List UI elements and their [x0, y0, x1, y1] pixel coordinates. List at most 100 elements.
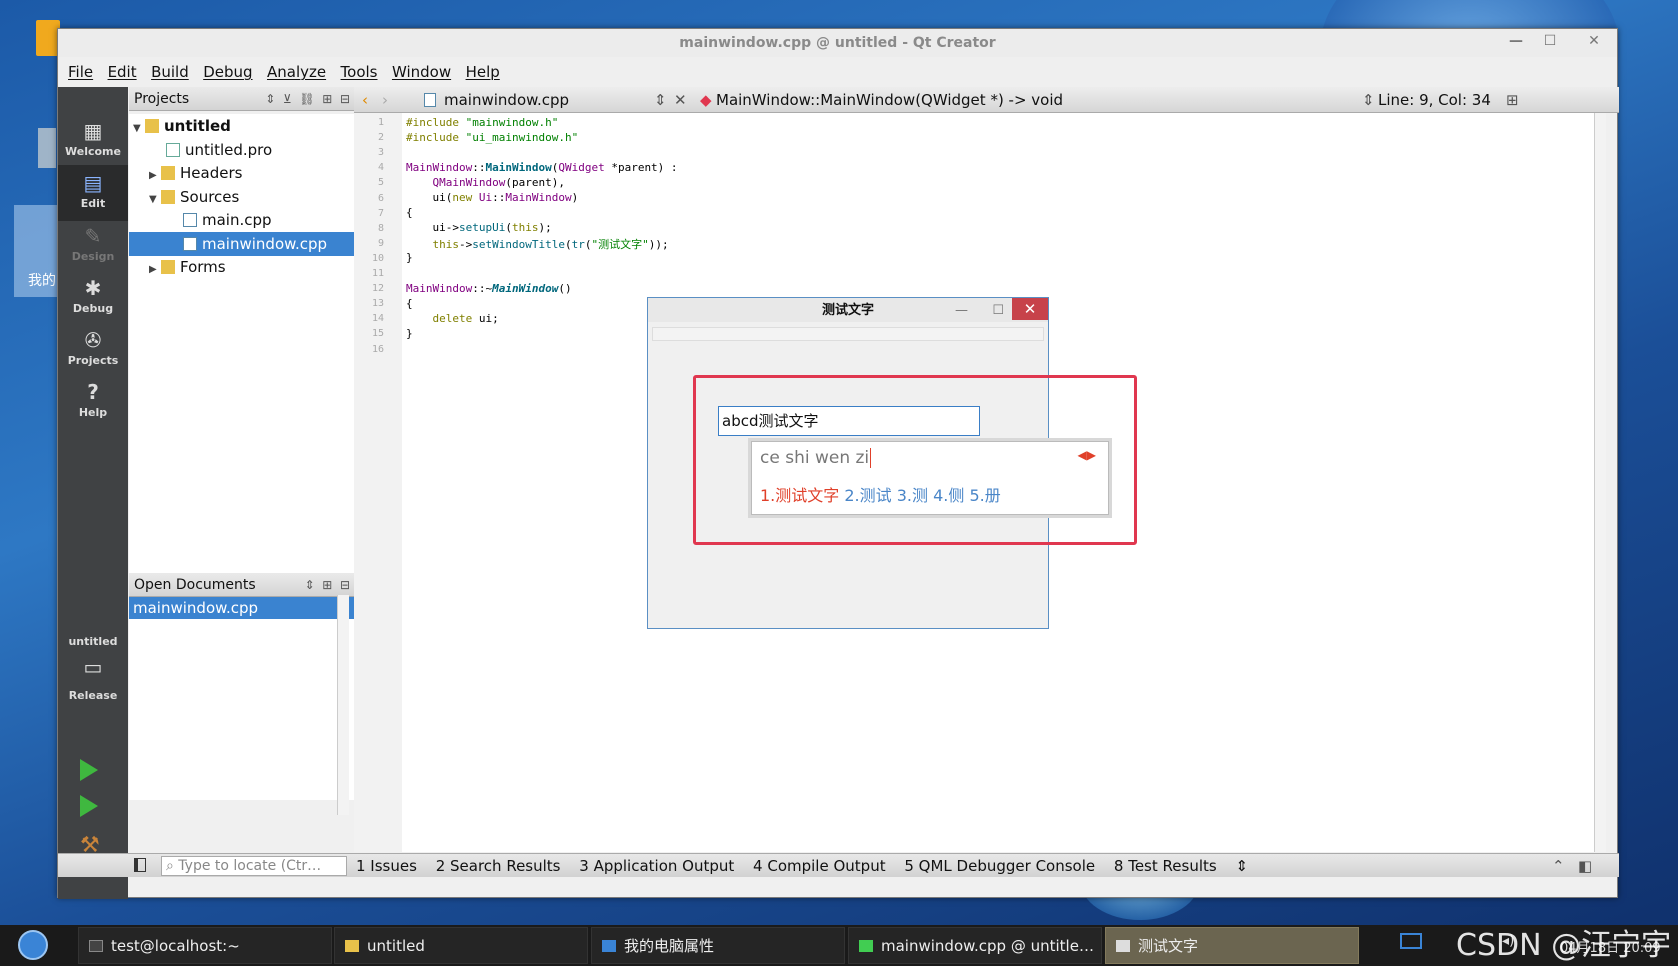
line-number: 12 — [371, 283, 384, 295]
output-toggle-icon[interactable]: ◧ — [1578, 854, 1592, 878]
tree-item-label: Forms — [180, 258, 226, 276]
kit-build-config[interactable]: Release — [58, 689, 128, 702]
task-qt-creator[interactable]: mainwindow.cpp @ untitle… — [848, 927, 1102, 964]
monitor-icon[interactable]: ▭ — [58, 655, 128, 679]
locator-input[interactable]: ⌕ Type to locate (Ctr… — [161, 856, 347, 876]
maximize-button[interactable]: ☐ — [1533, 29, 1567, 53]
task-computer-properties[interactable]: 我的电脑属性 — [591, 927, 845, 964]
ime-candidate[interactable]: 2.测试 — [844, 486, 891, 505]
sidebar-toggle-icon[interactable] — [134, 858, 146, 872]
forward-arrow-icon[interactable]: › — [382, 87, 388, 113]
tree-item-pro-file[interactable]: untitled.pro — [129, 138, 373, 162]
qt-creator-icon — [859, 940, 873, 952]
menu-tools[interactable]: Tools — [341, 57, 378, 87]
line-number: 7 — [377, 207, 384, 219]
open-documents-scrollbar[interactable] — [337, 595, 349, 815]
line-number: 16 — [371, 343, 384, 355]
line-number: 14 — [371, 313, 384, 325]
mode-edit[interactable]: ▤ Edit — [58, 165, 128, 221]
dialog-minimize-button[interactable]: — — [955, 298, 968, 324]
menu-window[interactable]: Window — [392, 57, 451, 87]
dialog-close-button[interactable]: ✕ — [1012, 298, 1048, 320]
tab-application-output[interactable]: 3 Application Output — [579, 857, 734, 875]
ime-page-arrows-icon[interactable]: ◀▶ — [1078, 448, 1096, 462]
debug-run-icon[interactable] — [80, 795, 98, 817]
open-document-item[interactable]: mainwindow.cpp — [129, 597, 362, 619]
menu-file[interactable]: File — [68, 57, 93, 87]
tree-item-project[interactable]: ▼ untitled — [129, 114, 373, 138]
code-line: } — [406, 251, 413, 264]
task-file-manager[interactable]: untitled — [334, 927, 588, 964]
start-menu-icon[interactable] — [18, 930, 48, 960]
tree-item-mainwindow-cpp[interactable]: mainwindow.cpp — [129, 232, 373, 256]
trash-icon[interactable] — [38, 128, 56, 168]
line-number: 2 — [377, 132, 384, 144]
menu-build[interactable]: Build — [151, 57, 189, 87]
tree-item-forms[interactable]: ▶ Forms — [129, 255, 373, 279]
close-document-icon[interactable]: ✕ — [674, 87, 687, 113]
wrench-icon: ✇ — [84, 328, 102, 352]
project-folder-icon — [145, 119, 159, 133]
tree-item-sources[interactable]: ▼ Sources — [129, 185, 373, 209]
editor-file-name[interactable]: mainwindow.cpp — [444, 87, 569, 113]
window-title: mainwindow.cpp @ untitled - Qt Creator — [679, 35, 996, 51]
projects-panel-title[interactable]: Projects — [134, 91, 189, 107]
split-icon[interactable]: ⊞ — [1506, 87, 1519, 113]
task-terminal[interactable]: test@localhost:~ — [78, 927, 332, 964]
tree-item-headers[interactable]: ▶ Headers — [129, 161, 373, 185]
symbol-dropdown-icon[interactable]: ⇕ — [1362, 87, 1375, 113]
minimize-button[interactable]: — — [1499, 29, 1533, 53]
chevron-up-icon[interactable]: ⌃ — [1552, 854, 1565, 878]
menu-debug[interactable]: Debug — [203, 57, 252, 87]
expand-arrow-icon[interactable]: ▶ — [149, 258, 161, 282]
code-line: ui->setupUi(this); — [406, 221, 552, 234]
ime-candidate[interactable]: 3.测 — [897, 486, 928, 505]
network-icon[interactable] — [1400, 933, 1422, 949]
menu-edit[interactable]: Edit — [108, 57, 137, 87]
ime-candidate[interactable]: 4.侧 — [933, 486, 964, 505]
file-dropdown-icon[interactable]: ⇕ — [654, 87, 667, 113]
line-number: 10 — [371, 252, 384, 264]
edit-document-icon: ▤ — [83, 171, 103, 195]
tab-compile-output[interactable]: 4 Compile Output — [753, 857, 886, 875]
editor-scrollbar[interactable] — [1594, 113, 1606, 852]
close-button[interactable]: ✕ — [1577, 29, 1611, 53]
panel-toolbar-icons[interactable]: ⇕ ⊻ ⛓ ⊞ ⊟ — [265, 87, 350, 111]
tab-qml-debugger-console[interactable]: 5 QML Debugger Console — [904, 857, 1095, 875]
panel-toolbar-icons[interactable]: ⇕ ⊞ ⊟ — [305, 573, 350, 597]
dialog-titlebar[interactable]: 测试文字 — ☐ — [648, 298, 1048, 322]
cursor-position[interactable]: Line: 9, Col: 34 — [1378, 87, 1491, 113]
project-tree: ▼ untitled untitled.pro ▶ Headers ▼ Sources… — [129, 114, 373, 626]
tab-issues[interactable]: 1 Issues — [356, 857, 417, 875]
window-titlebar[interactable]: mainwindow.cpp @ untitled - Qt Creator —… — [58, 29, 1617, 57]
task-label: mainwindow.cpp @ untitle… — [881, 937, 1094, 955]
mode-design[interactable]: ✎ Design — [58, 218, 128, 274]
code-line: delete ui; — [432, 312, 499, 325]
tab-search-results[interactable]: 2 Search Results — [436, 857, 561, 875]
open-documents-title[interactable]: Open Documents — [134, 577, 256, 593]
mode-projects[interactable]: ✇ Projects — [58, 322, 128, 378]
mode-debug[interactable]: ✱ Debug — [58, 270, 128, 326]
dialog-maximize-button[interactable]: ☐ — [992, 298, 1004, 324]
help-icon: ? — [87, 380, 99, 404]
line-number: 9 — [377, 237, 384, 249]
output-pane-tabs: 1 Issues 2 Search Results 3 Application … — [356, 854, 1262, 878]
ime-candidate[interactable]: 5.册 — [970, 486, 1001, 505]
ime-candidate[interactable]: 1.测试文字 — [760, 486, 839, 505]
mode-help[interactable]: ? Help — [58, 374, 128, 430]
menu-help[interactable]: Help — [466, 57, 500, 87]
mode-design-label: Design — [71, 250, 115, 263]
back-arrow-icon[interactable]: ‹ — [362, 87, 368, 113]
run-icon[interactable] — [80, 759, 98, 781]
desktop-icon-label[interactable]: 我的 — [28, 270, 56, 290]
tab-test-results[interactable]: 8 Test Results — [1114, 857, 1217, 875]
task-test-dialog[interactable]: 测试文字 — [1105, 927, 1359, 964]
more-tabs-icon[interactable]: ⇕ — [1235, 857, 1248, 875]
mode-welcome[interactable]: ▦ Welcome — [58, 113, 128, 169]
ime-pinyin: ce shi wen zi — [760, 448, 872, 468]
ime-candidates: 1.测试文字 2.测试 3.测 4.侧 5.册 — [760, 482, 1001, 506]
code-line: ui(new Ui::MainWindow) — [406, 191, 579, 204]
editor-symbol[interactable]: MainWindow::MainWindow(QWidget *) -> voi… — [716, 87, 1063, 113]
tree-item-main-cpp[interactable]: main.cpp — [129, 208, 373, 232]
menu-analyze[interactable]: Analyze — [267, 57, 326, 87]
